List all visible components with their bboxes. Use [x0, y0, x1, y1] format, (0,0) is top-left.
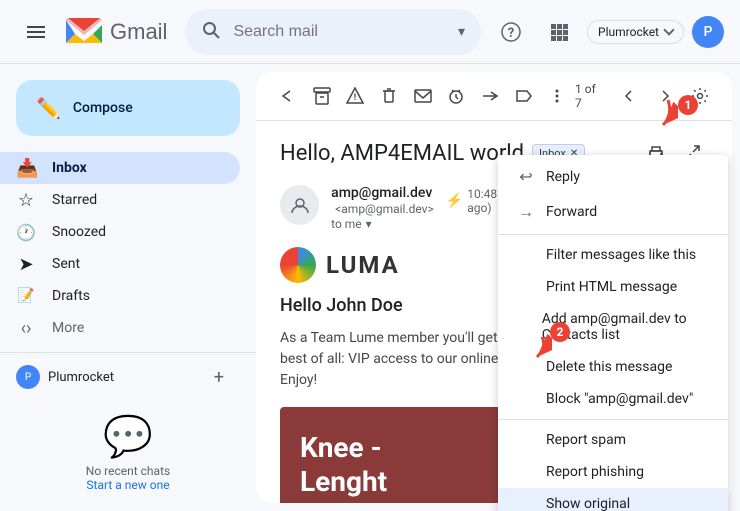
no-chats-icon: 💬 — [20, 413, 236, 460]
compose-label: Compose — [73, 100, 133, 116]
gmail-wordmark: Gmail — [110, 19, 167, 45]
newer-button[interactable] — [613, 80, 645, 112]
pagination: 1 of 7 — [575, 80, 716, 112]
labels-button[interactable] — [508, 80, 540, 112]
menu-item-reply-label: Reply — [546, 169, 580, 185]
sender-name: amp@gmail.dev <amp@gmail.dev> — [331, 185, 434, 217]
drafts-icon: 📝 — [16, 288, 36, 304]
starred-icon: ☆ — [16, 190, 36, 211]
mark-read-button[interactable] — [407, 80, 439, 112]
menu-item-delete-msg[interactable]: Delete this message — [498, 351, 728, 383]
settings-button[interactable] — [684, 80, 716, 112]
sidebar-item-more[interactable]: ‹› More — [0, 312, 240, 344]
menu-item-filter-label: Filter messages like this — [546, 247, 696, 263]
svg-text:!: ! — [354, 93, 356, 103]
snooze-button[interactable] — [440, 80, 472, 112]
forward-icon: → — [518, 202, 534, 222]
menu-item-report-phishing-label: Report phishing — [546, 464, 644, 480]
user-avatar[interactable]: P — [692, 16, 724, 48]
inbox-icon: 📥 — [16, 158, 36, 179]
sender-avatar — [280, 185, 319, 225]
older-button[interactable] — [649, 80, 681, 112]
more-icon: ‹› — [16, 318, 36, 339]
menu-item-show-original[interactable]: Show original — [498, 488, 728, 511]
sidebar-item-starred[interactable]: ☆ Starred — [0, 184, 240, 216]
sidebar-user-plumrocket[interactable]: P Plumrocket + — [0, 361, 240, 393]
menu-item-forward-label: Forward — [546, 204, 597, 220]
menu-item-report-spam[interactable]: Report spam — [498, 424, 728, 456]
menu-item-block-label: Block "amp@gmail.dev" — [546, 391, 693, 407]
delete-button[interactable] — [373, 80, 405, 112]
brand-badge[interactable]: Plumrocket — [587, 20, 684, 44]
menu-item-print-html-label: Print HTML message — [546, 279, 677, 295]
compose-button[interactable]: ✏️ Compose — [16, 80, 240, 136]
search-dropdown-icon[interactable]: ▾ — [458, 24, 465, 40]
sidebar-item-snoozed-label: Snoozed — [52, 224, 224, 240]
luma-logo-circle — [280, 247, 316, 283]
to-me-row: to me ▾ — [331, 217, 434, 231]
reply-icon: ↩ — [518, 167, 534, 186]
menu-item-report-spam-label: Report spam — [546, 432, 626, 448]
menu-separator-2 — [498, 419, 728, 420]
menu-item-report-phishing[interactable]: Report phishing — [498, 456, 728, 488]
sidebar-item-snoozed[interactable]: 🕐 Snoozed — [0, 216, 240, 248]
menu-button[interactable] — [16, 12, 56, 52]
to-me-label: to me — [331, 217, 362, 231]
compose-icon: ✏️ — [36, 96, 61, 120]
menu-item-reply[interactable]: ↩ Reply — [498, 159, 728, 194]
sidebar: ✏️ Compose 📥 Inbox ☆ Starred 🕐 Snoozed ➤… — [0, 64, 256, 511]
to-me-dropdown[interactable]: ▾ — [366, 217, 372, 231]
menu-item-block[interactable]: Block "amp@gmail.dev" — [498, 383, 728, 415]
sidebar-user-avatar: P — [16, 365, 40, 389]
app-header: Gmail ▾ ? — [0, 0, 740, 64]
sidebar-item-drafts-label: Drafts — [52, 288, 224, 304]
menu-item-show-original-label: Show original — [546, 496, 630, 511]
sidebar-item-more-label: More — [52, 320, 224, 336]
report-spam-button[interactable]: ! — [339, 80, 371, 112]
gmail-logo: Gmail — [66, 18, 167, 45]
sidebar-user-name: Plumrocket — [48, 370, 114, 385]
sidebar-item-inbox[interactable]: 📥 Inbox — [0, 152, 240, 184]
archive-button[interactable] — [306, 80, 338, 112]
svg-text:?: ? — [508, 26, 514, 41]
menu-separator-1 — [498, 234, 728, 235]
more-toolbar-button[interactable] — [541, 80, 573, 112]
no-chats-text: No recent chats — [20, 464, 236, 478]
brand-name: Plumrocket — [598, 25, 659, 39]
header-actions: ? Plumrocket P — [491, 12, 724, 52]
email-toolbar: ! — [256, 72, 732, 121]
sent-icon: ➤ — [16, 254, 36, 275]
menu-item-print-html[interactable]: Print HTML message — [498, 271, 728, 303]
amp-icon: ⚡ — [446, 193, 463, 209]
email-context-menu: ↩ Reply → Forward Filter messages like t… — [498, 155, 728, 511]
menu-item-add-contact[interactable]: Add amp@gmail.dev to Contacts list — [498, 303, 728, 351]
sidebar-item-sent[interactable]: ➤ Sent — [0, 248, 240, 280]
luma-name: LUMA — [326, 251, 400, 279]
sidebar-user-add-icon[interactable]: + — [214, 367, 224, 388]
page-info: 1 of 7 — [575, 82, 605, 110]
help-button[interactable]: ? — [491, 12, 531, 52]
sidebar-item-starred-label: Starred — [52, 192, 224, 208]
menu-item-delete-msg-label: Delete this message — [546, 359, 672, 375]
back-button[interactable] — [272, 80, 304, 112]
sidebar-item-inbox-label: Inbox — [52, 160, 224, 176]
sidebar-item-sent-label: Sent — [52, 256, 224, 272]
sidebar-item-drafts[interactable]: 📝 Drafts — [0, 280, 240, 312]
promo-title: Knee -LenghtCoat — [300, 431, 413, 503]
search-input[interactable] — [233, 23, 458, 41]
search-icon — [201, 20, 221, 44]
snoozed-icon: 🕐 — [16, 223, 36, 242]
promo-text: Knee -LenghtCoat Shop Now — [300, 431, 413, 503]
search-bar[interactable]: ▾ — [185, 9, 481, 55]
menu-item-forward[interactable]: → Forward — [498, 194, 728, 230]
sender-email-bracket: <amp@gmail.dev> — [335, 202, 434, 216]
no-chats-section: 💬 No recent chats Start a new one — [0, 393, 256, 511]
email-meta: amp@gmail.dev <amp@gmail.dev> to me ▾ — [331, 185, 434, 231]
apps-button[interactable] — [539, 12, 579, 52]
move-button[interactable] — [474, 80, 506, 112]
start-chat-link[interactable]: Start a new one — [20, 478, 236, 492]
menu-item-add-contact-label: Add amp@gmail.dev to Contacts list — [542, 311, 708, 343]
menu-item-filter[interactable]: Filter messages like this — [498, 239, 728, 271]
